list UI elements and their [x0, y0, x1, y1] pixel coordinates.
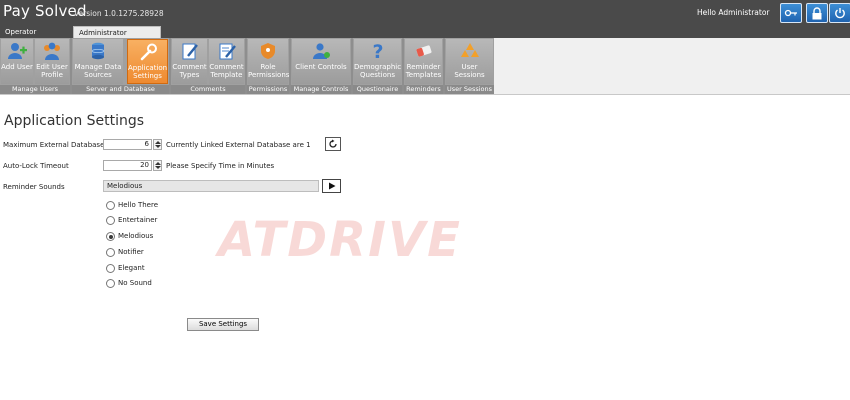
auto-lock-timeout-input[interactable]: 20	[103, 160, 152, 171]
refresh-icon	[329, 139, 337, 148]
group-label-questionaire: Questionaire	[353, 85, 402, 94]
stepper-up-icon	[155, 162, 161, 165]
linked-databases-hint: Currently Linked External Database are 1	[166, 141, 311, 149]
comment-template-label: Comment Template	[209, 63, 244, 79]
group-server-database: Manage Data Sources Application Settings…	[72, 38, 169, 94]
group-comments: Comment Types Comment Template Comments	[171, 38, 245, 94]
power-button[interactable]	[829, 3, 850, 23]
auto-lock-timeout-stepper[interactable]	[153, 160, 162, 171]
demographic-questions-button[interactable]: ? Demographic Questions	[354, 39, 401, 84]
group-manage-controls: Client Controls Manage Controls	[291, 38, 351, 94]
lock-icon	[812, 6, 822, 19]
key-button[interactable]	[780, 3, 802, 23]
ribbon: Add User Edit User Profile Manage Users	[0, 38, 850, 94]
add-user-label: Add User	[1, 63, 33, 71]
application-settings-label: Application Settings	[128, 64, 168, 80]
radio-label: Melodious	[118, 232, 154, 240]
group-label-manage-controls: Manage Controls	[291, 85, 351, 94]
radio-button-checked[interactable]	[106, 232, 115, 241]
pencil-icon	[182, 43, 198, 60]
eraser-icon	[415, 45, 432, 57]
app-version: Version 1.0.1275.28928	[74, 9, 164, 18]
application-settings-button[interactable]: Application Settings	[127, 39, 168, 84]
edit-user-profile-button[interactable]: Edit User Profile	[35, 39, 69, 84]
radio-label: Hello There	[118, 201, 159, 209]
group-label-comments: Comments	[171, 85, 245, 94]
stepper-down-icon	[155, 166, 161, 169]
edit-user-icon	[44, 42, 60, 60]
ribbon-divider	[0, 94, 850, 95]
radio-button[interactable]	[106, 279, 115, 288]
lock-button[interactable]	[806, 3, 828, 23]
reminder-templates-button[interactable]: Reminder Templates	[405, 39, 442, 84]
ribbon-groups: Add User Edit User Profile Manage Users	[0, 38, 494, 94]
radio-label: Elegant	[118, 264, 145, 272]
tab-administrator-functions[interactable]: Administrator Functions	[73, 26, 161, 49]
comment-types-label: Comment Types	[172, 63, 207, 79]
role-permissions-button[interactable]: Role Permissions	[248, 39, 290, 84]
title-bar: Pay Solved Version 1.0.1275.28928 Hello …	[0, 0, 850, 25]
radio-label: Entertainer	[118, 216, 158, 224]
svg-text:?: ?	[372, 41, 383, 61]
wrench-icon	[140, 43, 157, 61]
database-icon	[91, 42, 105, 60]
radio-label: Notifier	[118, 248, 144, 256]
key-icon	[784, 9, 797, 17]
add-user-button[interactable]: Add User	[1, 39, 33, 84]
comment-types-button[interactable]: Comment Types	[172, 39, 207, 84]
user-greeting: Hello Administrator	[697, 8, 770, 17]
radio-button[interactable]	[106, 201, 115, 210]
radio-button[interactable]	[106, 216, 115, 225]
add-user-icon	[8, 43, 27, 59]
group-label-manage-users: Manage Users	[0, 85, 70, 94]
shield-icon	[261, 43, 275, 59]
group-label-permissions: Permissions	[247, 85, 289, 94]
function-tabs: Operator Functions Administrator Functio…	[0, 25, 850, 49]
page-title: Application Settings	[4, 113, 145, 129]
group-user-sessions: User Sessions User Sessions	[445, 38, 494, 94]
save-settings-button[interactable]: Save Settings	[187, 318, 259, 331]
question-mark-icon: ?	[372, 41, 383, 61]
max-external-databases-stepper[interactable]	[153, 139, 162, 150]
auto-lock-hint: Please Specify Time in Minutes	[166, 162, 275, 170]
group-label-server-database: Server and Database	[72, 85, 169, 94]
reminder-templates-label: Reminder Templates	[405, 63, 442, 79]
play-sound-button[interactable]	[322, 179, 341, 193]
radio-button[interactable]	[106, 248, 115, 257]
watermark: ATDRIVE	[218, 212, 462, 268]
edit-user-profile-label: Edit User Profile	[36, 63, 68, 79]
role-permissions-label: Role Permissions	[248, 63, 290, 79]
reminder-sound-selected[interactable]: Melodious	[103, 180, 319, 192]
manage-data-sources-label: Manage Data Sources	[74, 63, 122, 79]
client-controls-button[interactable]: Client Controls	[292, 39, 350, 84]
group-permissions: Role Permissions Permissions	[247, 38, 289, 94]
tab-operator-functions[interactable]: Operator Functions	[0, 26, 73, 48]
stepper-down-icon	[155, 145, 161, 148]
refresh-button[interactable]	[325, 137, 341, 151]
group-label-reminders: Reminders	[404, 85, 443, 94]
power-icon	[835, 8, 845, 19]
play-icon	[328, 182, 335, 190]
radio-label: No Sound	[118, 279, 152, 287]
demographic-questions-label: Demographic Questions	[354, 63, 402, 79]
comment-template-button[interactable]: Comment Template	[209, 39, 244, 84]
client-controls-label: Client Controls	[295, 63, 347, 71]
reminder-sounds-label: Reminder Sounds	[3, 183, 65, 191]
users-triangle-icon	[460, 43, 479, 57]
user-sessions-button[interactable]: User Sessions	[446, 39, 493, 84]
stepper-up-icon	[155, 141, 161, 144]
group-questionaire: ? Demographic Questions Questionaire	[353, 38, 402, 94]
group-manage-users: Add User Edit User Profile Manage Users	[0, 38, 70, 94]
max-external-databases-input[interactable]: 6	[103, 139, 152, 150]
user-sessions-label: User Sessions	[454, 63, 485, 79]
manage-data-sources-button[interactable]: Manage Data Sources	[73, 39, 123, 84]
group-reminders: Reminder Templates Reminders	[404, 38, 443, 94]
radio-button[interactable]	[106, 264, 115, 273]
group-label-user-sessions: User Sessions	[445, 85, 494, 94]
max-external-databases-label: Maximum External Databases	[3, 141, 109, 149]
user-gear-icon	[313, 43, 330, 59]
auto-lock-timeout-label: Auto-Lock Timeout	[3, 162, 69, 170]
document-edit-icon	[219, 43, 236, 60]
